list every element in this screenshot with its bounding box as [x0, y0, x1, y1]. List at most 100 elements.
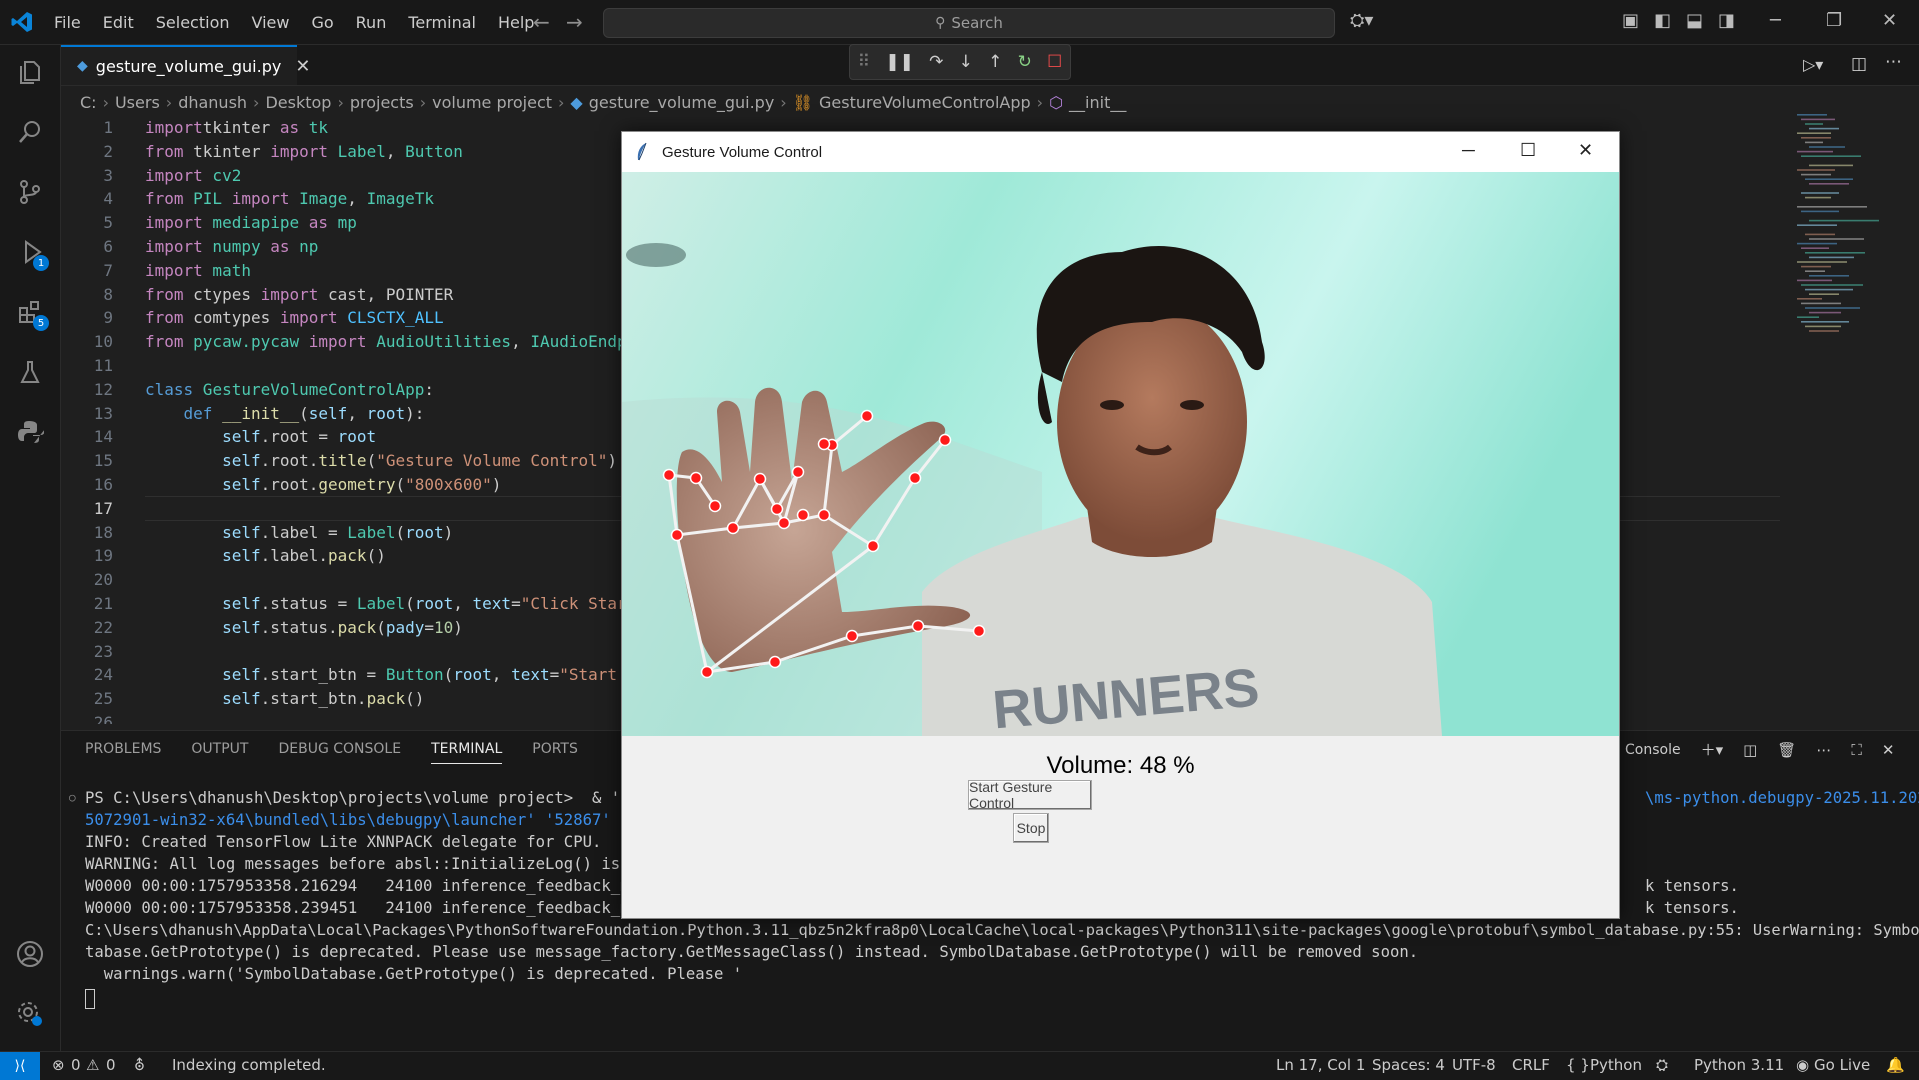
line-number: 22 — [93, 617, 113, 637]
manage-gear-icon[interactable] — [13, 997, 47, 1031]
forward-arrow-icon[interactable]: → — [566, 10, 583, 34]
step-over-icon[interactable]: ↷ — [929, 52, 943, 72]
close-window-icon[interactable]: ✕ — [1882, 10, 1897, 31]
drag-handle-icon[interactable]: ⠿ — [858, 52, 870, 72]
tab-gesture-volume-gui[interactable]: ◆ gesture_volume_gui.py ✕ — [61, 45, 310, 85]
menu-run[interactable]: Run — [356, 13, 387, 32]
testing-icon[interactable] — [13, 355, 47, 389]
close-tab-icon[interactable]: ✕ — [295, 56, 310, 77]
menu-view[interactable]: View — [252, 13, 290, 32]
warning-icon[interactable]: ⚠ — [86, 1056, 99, 1074]
terminal-profile-label[interactable]: Console — [1625, 742, 1681, 758]
breadcrumb-item[interactable]: dhanush — [178, 93, 247, 112]
encoding[interactable]: UTF-8 — [1452, 1056, 1496, 1074]
menu-terminal[interactable]: Terminal — [408, 13, 476, 32]
close-panel-icon[interactable]: ✕ — [1882, 741, 1895, 759]
app-close-icon[interactable]: ✕ — [1578, 140, 1593, 161]
error-icon[interactable]: ⊗ — [52, 1056, 65, 1074]
app-maximize-icon[interactable]: ☐ — [1520, 140, 1536, 161]
minimap[interactable] — [1789, 114, 1899, 364]
breadcrumb-item[interactable]: projects — [350, 93, 414, 112]
back-arrow-icon[interactable]: ← — [533, 10, 550, 34]
method-symbol-icon: ⬡ — [1049, 92, 1064, 112]
minimap-line — [1801, 137, 1831, 139]
copilot-status-icon[interactable]: ⛭ — [1656, 1056, 1668, 1074]
breadcrumb-item[interactable]: Desktop — [265, 93, 331, 112]
terminal-line-tail: k tensors. — [1645, 899, 1739, 917]
line-number: 6 — [103, 237, 113, 256]
run-debug-icon[interactable]: 1 — [13, 235, 49, 271]
python-file-icon: ◆ — [570, 92, 583, 112]
restart-icon[interactable]: ↻ — [1018, 52, 1032, 72]
breadcrumb-item[interactable]: volume project — [432, 93, 552, 112]
breadcrumb-item[interactable]: gesture_volume_gui.py — [589, 93, 775, 112]
minimap-line — [1801, 118, 1835, 121]
split-editor-icon[interactable]: ◫ — [1851, 54, 1867, 74]
code-editor[interactable]: 1 importtkinter as tk 2 from tkinter import… — [61, 114, 621, 724]
tab-ports[interactable]: PORTS — [532, 741, 578, 763]
error-count[interactable]: 0 — [71, 1056, 81, 1074]
tab-output[interactable]: OUTPUT — [191, 741, 248, 763]
tab-terminal[interactable]: TERMINAL — [431, 741, 503, 764]
app-minimize-icon[interactable]: ─ — [1462, 140, 1475, 161]
more-actions-icon[interactable]: ⋯ — [1816, 741, 1831, 759]
menu-edit[interactable]: Edit — [103, 13, 134, 32]
minimize-icon[interactable]: ─ — [1770, 10, 1781, 31]
breadcrumb-item[interactable]: Users — [115, 93, 160, 112]
breadcrumb-item[interactable]: __init__ — [1069, 93, 1126, 112]
breadcrumb-item[interactable]: GestureVolumeControlApp — [819, 93, 1031, 112]
explorer-icon[interactable] — [13, 55, 47, 89]
stop-button[interactable]: Stop — [1013, 813, 1049, 843]
menu-file[interactable]: File — [54, 13, 81, 32]
line-ending[interactable]: CRLF — [1512, 1056, 1550, 1074]
toggle-secondary-sidebar-icon[interactable]: ◨ — [1718, 10, 1735, 31]
start-gesture-button[interactable]: Start Gesture Control — [968, 779, 1092, 811]
tab-problems[interactable]: PROBLEMS — [85, 741, 161, 763]
python-interpreter[interactable]: Python 3.11 — [1694, 1056, 1784, 1074]
tab-debug-console[interactable]: DEBUG CONSOLE — [278, 741, 401, 763]
remote-icon[interactable]: ⟩⟨ — [0, 1052, 40, 1080]
cursor-position[interactable]: Ln 17, Col 1 — [1276, 1056, 1365, 1074]
step-into-icon[interactable]: ↓ — [959, 52, 973, 72]
panel-actions: Console ＋▾ ◫ 🗑 ⋯ ⛶ ✕ — [1625, 739, 1914, 760]
minimap-line — [1809, 238, 1864, 240]
more-actions-icon[interactable]: ⋯ — [1885, 52, 1902, 72]
source-control-icon[interactable] — [13, 175, 47, 209]
minimap-line — [1801, 265, 1831, 268]
menu-bar: File Edit Selection View Go Run Terminal… — [54, 0, 556, 44]
debug-launch-icon[interactable]: ⛢ — [134, 1056, 145, 1074]
code-line: self.start_btn = Button(root, text="Star… — [222, 665, 618, 685]
code-line: from PIL import Image, ImageTk — [145, 189, 434, 209]
step-out-icon[interactable]: ↑ — [988, 52, 1002, 72]
accounts-icon[interactable] — [13, 937, 47, 971]
warning-count[interactable]: 0 — [106, 1056, 116, 1074]
minimap-line — [1809, 293, 1839, 295]
breadcrumb-item[interactable]: C: — [80, 93, 97, 112]
indentation[interactable]: Spaces: 4 — [1372, 1056, 1445, 1074]
restore-icon[interactable]: ❐ — [1826, 10, 1842, 31]
stop-icon[interactable]: ☐ — [1047, 52, 1062, 72]
bell-icon[interactable]: 🔔 — [1886, 1056, 1905, 1074]
extensions-icon[interactable]: 5 — [13, 295, 49, 331]
toggle-panel-icon[interactable]: ⬓ — [1686, 10, 1703, 31]
trash-icon[interactable]: 🗑 — [1777, 741, 1796, 759]
run-python-icon[interactable]: ▷▾ — [1803, 55, 1823, 74]
toggle-sidebar-icon[interactable]: ◧ — [1654, 10, 1671, 31]
copilot-icon[interactable]: ⛭▾ — [1350, 10, 1373, 31]
pause-icon[interactable]: ❚❚ — [885, 52, 914, 72]
app-title-bar[interactable]: Gesture Volume Control ─ ☐ ✕ — [622, 132, 1619, 172]
language-mode[interactable]: Python — [1590, 1056, 1642, 1074]
new-terminal-icon[interactable]: ＋▾ — [1701, 739, 1724, 760]
menu-go[interactable]: Go — [311, 13, 333, 32]
search-view-icon[interactable] — [13, 115, 47, 149]
menu-selection[interactable]: Selection — [156, 13, 230, 32]
terminal-line-tail: k tensors. — [1645, 877, 1739, 895]
customize-layout-icon[interactable]: ▣ — [1622, 10, 1639, 31]
menu-help[interactable]: Help — [498, 13, 534, 32]
go-live-button[interactable]: Go Live — [1814, 1056, 1870, 1074]
python-icon[interactable] — [13, 415, 47, 449]
command-search[interactable]: ⚲ Search — [603, 8, 1335, 38]
split-terminal-icon[interactable]: ◫ — [1743, 741, 1757, 759]
maximize-panel-icon[interactable]: ⛶ — [1851, 741, 1862, 759]
code-line: self.start_btn.pack() — [222, 689, 425, 709]
